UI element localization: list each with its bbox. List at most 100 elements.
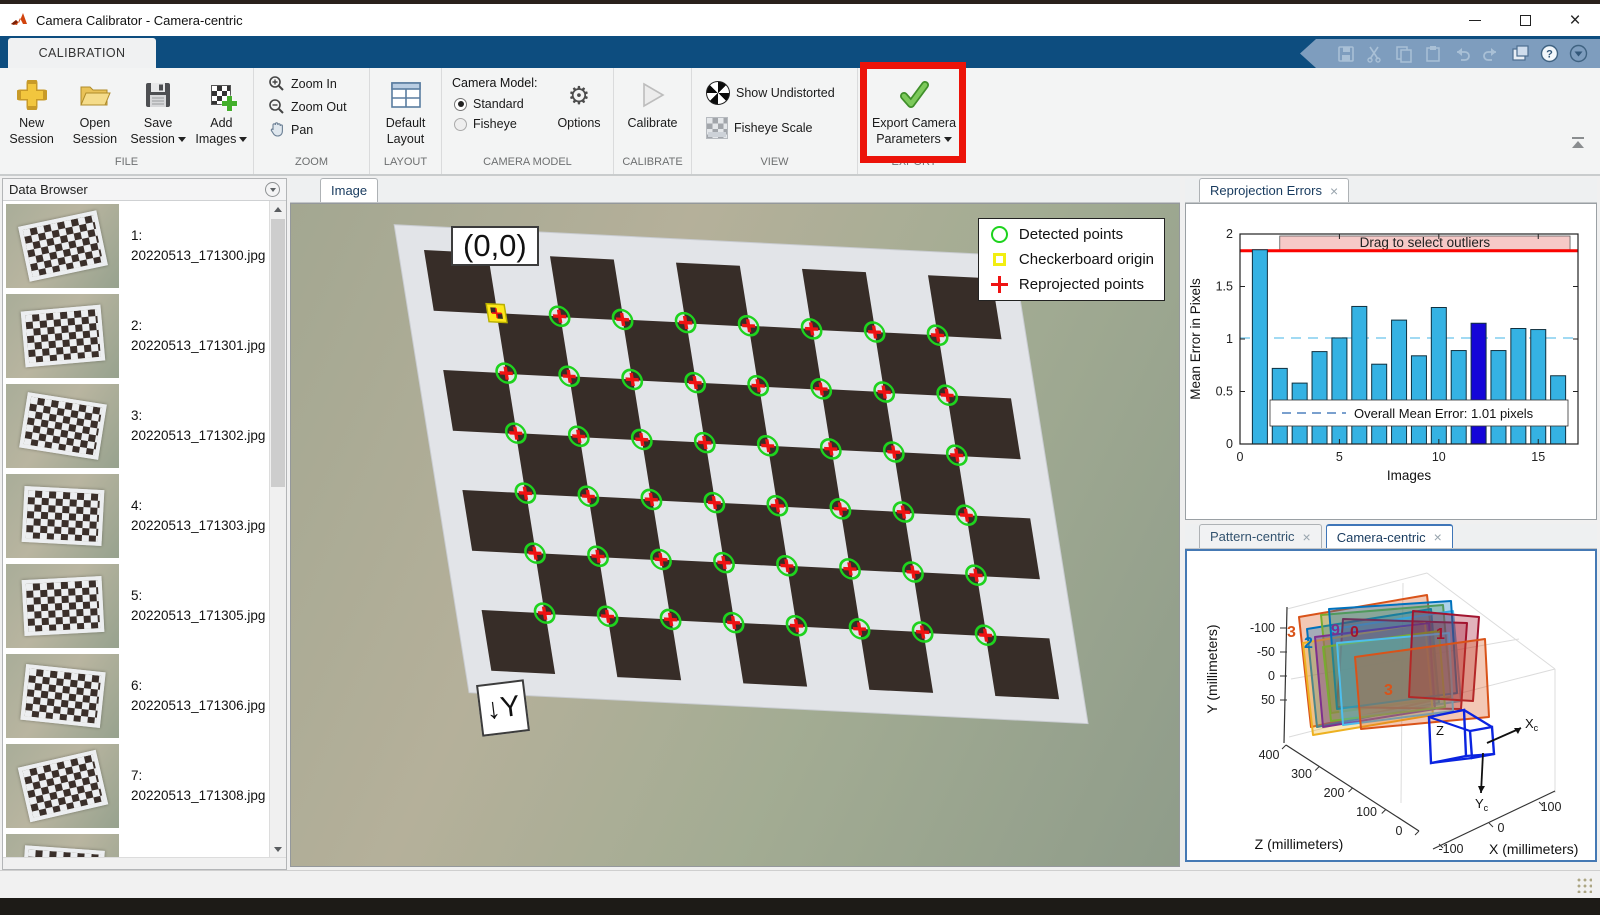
fisheye-radio[interactable]: Fisheye <box>454 117 542 131</box>
minimize-button[interactable] <box>1450 4 1500 36</box>
close-tab-icon[interactable]: × <box>1303 530 1311 544</box>
save-session-button[interactable]: SaveSession <box>128 72 188 154</box>
extrinsics-3d-area[interactable]: 329013-100-50050Y (millimeters)400300200… <box>1185 549 1597 862</box>
section-label-view: VIEW <box>692 154 857 174</box>
item-filename: 20220513_171308.jpg <box>131 788 265 803</box>
svg-text:0: 0 <box>1498 821 1505 835</box>
pan-label: Pan <box>291 123 313 137</box>
svg-text:Z (millimeters): Z (millimeters) <box>1255 836 1344 852</box>
section-label-layout: LAYOUT <box>370 154 441 174</box>
svg-text:Yc: Yc <box>1475 796 1489 813</box>
open-session-button[interactable]: OpenSession <box>65 72 125 154</box>
calibrate-label: Calibrate <box>627 116 677 130</box>
tab-reprojection-errors[interactable]: Reprojection Errors× <box>1199 178 1349 202</box>
redo-icon[interactable] <box>1481 44 1501 64</box>
scroll-down-icon[interactable] <box>270 841 286 857</box>
save-session-label1: Save <box>144 116 173 130</box>
standard-radio[interactable]: Standard <box>454 97 542 111</box>
default-layout-button[interactable]: DefaultLayout <box>376 72 436 154</box>
list-item-image-7[interactable]: 7:20220513_171308.jpg <box>3 741 269 831</box>
reprojection-bar-chart[interactable]: Drag to select outliers00.511.52051015Ov… <box>1186 214 1596 502</box>
quick-access-menu-icon[interactable] <box>1568 44 1588 64</box>
extrinsics-panel: Pattern-centric× Camera-centric× 329013-… <box>1185 524 1597 862</box>
svg-text:Overall Mean Error: 1.01 pixel: Overall Mean Error: 1.01 pixels <box>1354 406 1534 421</box>
section-label-calibrate: CALIBRATE <box>614 154 691 174</box>
tab-image[interactable]: Image <box>320 178 378 202</box>
svg-text:0.5: 0.5 <box>1216 385 1233 399</box>
help-icon[interactable]: ? <box>1539 44 1559 64</box>
list-item-image-8[interactable]: 8: <box>3 831 269 857</box>
list-item-image-5[interactable]: 5:20220513_171305.jpg <box>3 561 269 651</box>
thumbnail-6 <box>6 654 119 738</box>
tab-pattern-centric[interactable]: Pattern-centric × <box>1199 524 1322 548</box>
svg-text:Images: Images <box>1387 468 1432 483</box>
add-images-button[interactable]: AddImages <box>191 72 251 154</box>
pan-icon <box>268 121 285 138</box>
scrollbar-thumb[interactable] <box>271 219 285 487</box>
pan-button[interactable]: Pan <box>264 118 369 141</box>
show-undistorted-button[interactable]: Show Undistorted <box>702 78 857 108</box>
svg-text:100: 100 <box>1541 800 1562 814</box>
list-scrollbar[interactable] <box>269 201 286 857</box>
save-icon[interactable] <box>1336 44 1356 64</box>
fisheye-scale-icon <box>706 117 728 139</box>
default-layout-label2: Layout <box>387 132 425 146</box>
origin-badge: (0,0) <box>451 226 539 266</box>
copy-icon[interactable] <box>1394 44 1414 64</box>
panel-menu-icon[interactable] <box>265 182 280 197</box>
close-button[interactable]: × <box>1550 4 1600 36</box>
list-item-image-4[interactable]: 4:20220513_171303.jpg <box>3 471 269 561</box>
svg-text:50: 50 <box>1261 693 1275 707</box>
zoom-out-button[interactable]: Zoom Out <box>264 95 369 118</box>
extrinsics-3d-plot[interactable]: 329013-100-50050Y (millimeters)400300200… <box>1187 551 1591 857</box>
svg-text:X (millimeters): X (millimeters) <box>1489 841 1578 857</box>
new-session-button[interactable]: NewSession <box>2 72 62 154</box>
list-item-image-2[interactable]: 2:20220513_171301.jpg <box>3 291 269 381</box>
window-title: Camera Calibrator - Camera-centric <box>36 13 243 28</box>
section-label-camera-model: CAMERA MODEL <box>442 154 613 174</box>
quick-access-toolbar: ? <box>1300 39 1600 68</box>
camera-model-header: Camera Model: <box>452 76 542 90</box>
list-item-image-3[interactable]: 3:20220513_171302.jpg <box>3 381 269 471</box>
tab-calibration[interactable]: CALIBRATION <box>8 38 156 68</box>
tab-camera-centric[interactable]: Camera-centric × <box>1326 524 1453 548</box>
calibrate-button[interactable]: Calibrate <box>618 72 688 154</box>
export-label2: Parameters <box>876 132 941 146</box>
layout-windows-icon[interactable] <box>1510 44 1530 64</box>
tab-camera-label: Camera-centric <box>1337 530 1426 545</box>
zoom-in-button[interactable]: Zoom In <box>264 72 369 95</box>
zoom-out-icon <box>268 98 285 115</box>
list-item-image-6[interactable]: 6:20220513_171306.jpg <box>3 651 269 741</box>
options-label: Options <box>557 116 600 130</box>
tab-image-label: Image <box>331 183 367 198</box>
legend-reprojected-label: Reprojected points <box>1019 276 1144 293</box>
resize-grip[interactable] <box>1576 877 1592 893</box>
list-item-image-1[interactable]: 1:20220513_171300.jpg <box>3 201 269 291</box>
maximize-button[interactable] <box>1500 4 1550 36</box>
close-tab-icon[interactable]: × <box>1330 184 1338 198</box>
options-button[interactable]: ⚙ Options <box>550 72 608 154</box>
maximize-icon <box>1520 15 1531 26</box>
app-window: Camera Calibrator - Camera-centric × CAL… <box>0 0 1600 915</box>
undo-icon[interactable] <box>1452 44 1472 64</box>
svg-text:0: 0 <box>1396 824 1403 838</box>
item-filename: 20220513_171300.jpg <box>131 248 265 263</box>
scroll-up-icon[interactable] <box>270 201 286 217</box>
paste-icon[interactable] <box>1423 44 1443 64</box>
collapse-ribbon-icon <box>1572 137 1584 139</box>
ribbon-tab-row: CALIBRATION ? <box>0 36 1600 68</box>
image-tab-strip: Image <box>290 178 1180 203</box>
cut-icon[interactable] <box>1365 44 1385 64</box>
default-layout-icon <box>391 82 421 108</box>
item-index: 6: <box>131 678 142 693</box>
collapse-ribbon-button[interactable] <box>1570 137 1586 148</box>
fisheye-scale-button[interactable]: Fisheye Scale <box>702 114 857 142</box>
save-session-icon <box>144 81 172 109</box>
tab-pattern-label: Pattern-centric <box>1210 529 1295 544</box>
reprojection-chart-area[interactable]: Drag to select outliers00.511.52051015Ov… <box>1185 203 1597 520</box>
export-camera-parameters-button[interactable]: Export CameraParameters <box>862 72 966 154</box>
close-tab-icon[interactable]: × <box>1434 530 1442 544</box>
svg-text:0: 0 <box>1226 437 1233 451</box>
calibration-image[interactable]: (0,0) ↓Y Detected points Checkerboard or… <box>290 203 1180 867</box>
y-axis-letter: Y <box>499 690 522 725</box>
